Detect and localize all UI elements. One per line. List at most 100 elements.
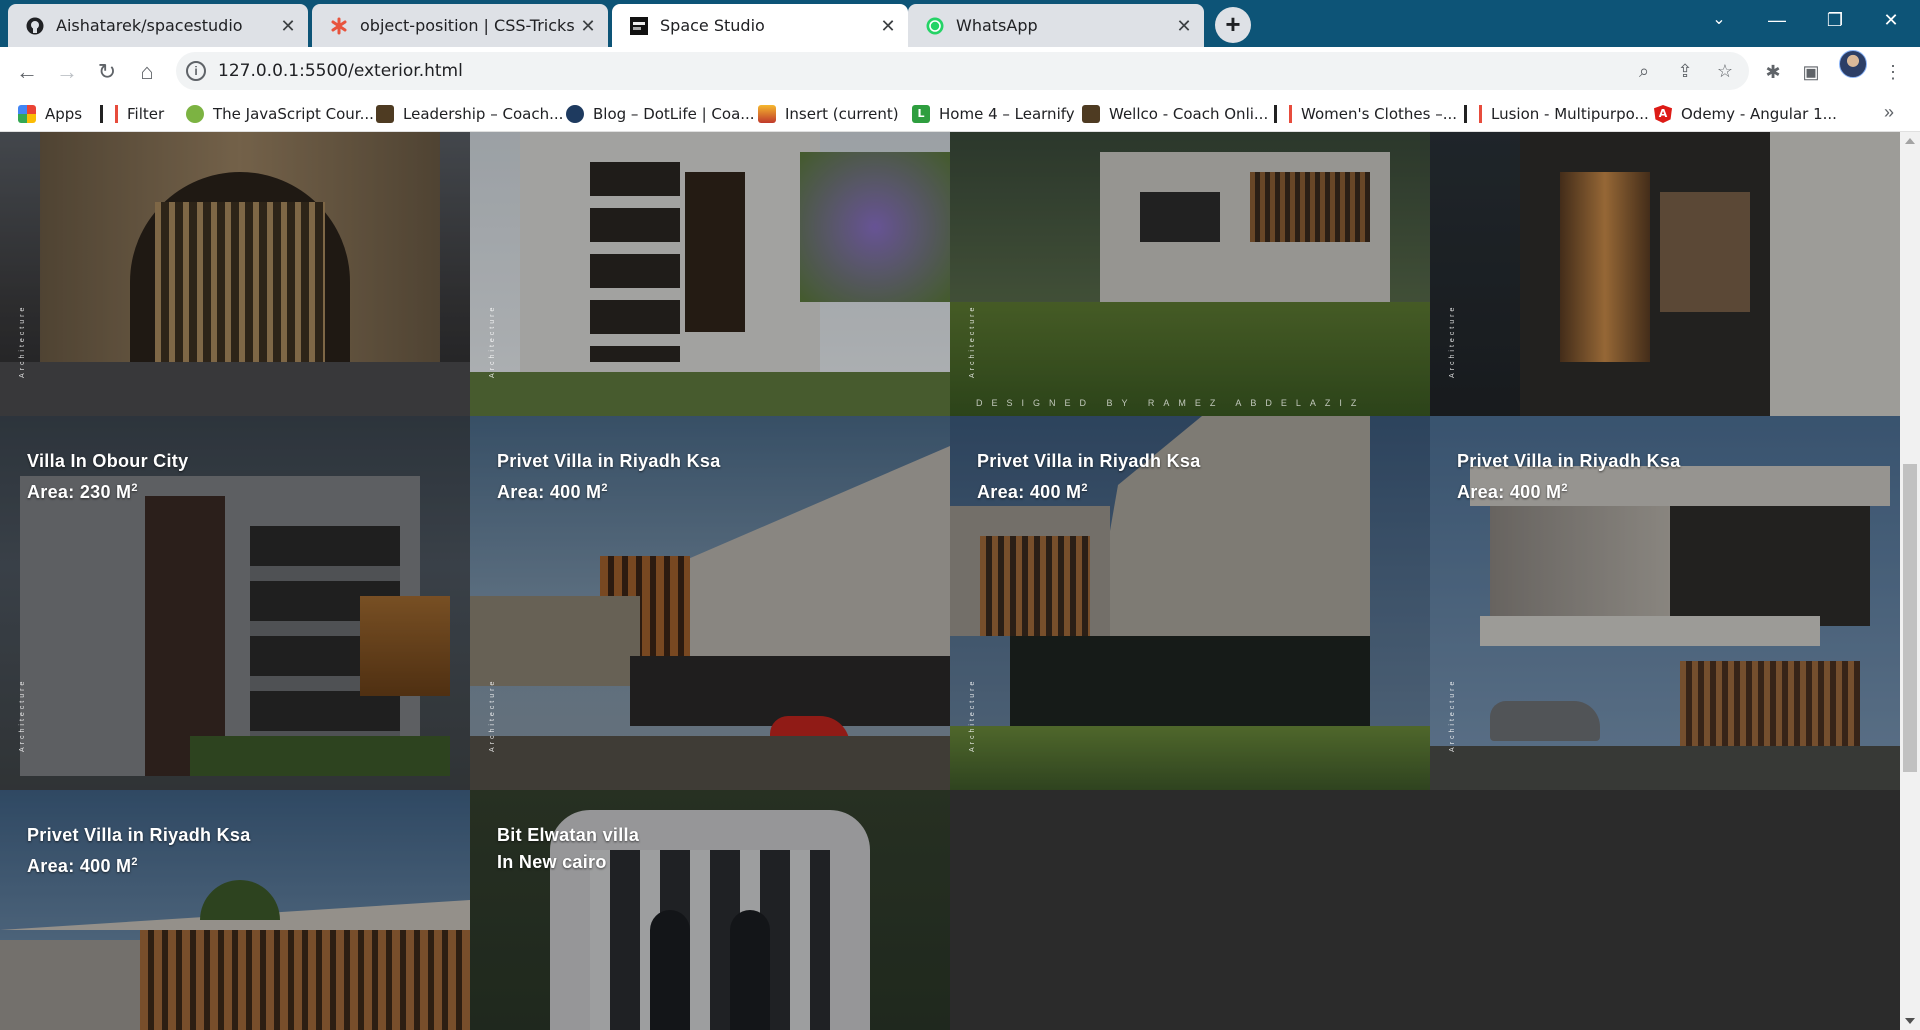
bookmark-label: Apps [45,105,83,123]
bookmark-label: Insert (current) [785,105,899,123]
scroll-up-icon[interactable] [1905,138,1915,144]
bookmark-icon [1274,105,1292,123]
tile-area: Area: 400 M2 [497,482,608,502]
tab-whatsapp[interactable]: WhatsApp ✕ [908,4,1204,47]
scroll-down-icon[interactable] [1905,1018,1915,1024]
close-tab-icon[interactable]: ✕ [1174,16,1194,36]
bookmark-womens-clothes[interactable]: Women's Clothes –... [1274,103,1457,125]
bookmark-apps[interactable]: Apps [18,103,82,125]
tile-vertical-label: Architecture [969,678,976,752]
tab-title: Space Studio [660,16,765,35]
close-tab-icon[interactable]: ✕ [278,16,298,36]
back-icon[interactable]: ← [10,55,44,89]
bookmark-icon [376,105,394,123]
bookmark-label: Home 4 – Learnify [939,105,1075,123]
gallery-tile[interactable]: Privet Villa in Riyadh Ksa Area: 400 M2 … [1430,416,1900,790]
space-studio-icon [630,16,648,35]
tab-search-icon[interactable]: ⌄ [1690,0,1748,40]
bookmark-star-icon[interactable]: ☆ [1713,59,1737,83]
tile-title: Privet Villa in Riyadh Ksa [497,451,721,471]
address-bar[interactable]: i 127.0.0.1:5500/exterior.html ⌕ ⇪ ☆ [176,52,1749,90]
tab-css-tricks[interactable]: object-position | CSS-Tricks - CSS ✕ [312,4,608,47]
bookmark-icon: L [912,105,930,123]
browser-tabstrip: Aishatarek/spacestudio ✕ object-position… [0,0,1920,47]
gallery-tile[interactable]: Architecture [470,132,950,416]
gallery-tile[interactable]: Privet Villa in Riyadh Ksa Area: 400 M2 [0,790,470,1030]
restore-icon[interactable]: ❐ [1806,0,1864,40]
bookmark-label: Women's Clothes –... [1301,105,1458,123]
bookmark-wellco[interactable]: Wellco - Coach Onli... [1082,103,1268,125]
new-tab-button[interactable]: + [1215,7,1251,43]
gallery-tile[interactable]: Bit Elwatan villa In New cairo [470,790,950,1030]
tile-area: Area: 230 M2 [27,482,138,502]
gallery-tile[interactable]: Architecture [1430,132,1900,416]
gallery-tile[interactable]: Villa In Obour City Area: 230 M2 Archite… [0,416,470,790]
tab-space-studio[interactable]: Space Studio ✕ [612,4,908,47]
bookmark-dotlife[interactable]: Blog – DotLife | Coa... [566,103,755,125]
reload-icon[interactable]: ↻ [90,55,124,89]
tile-title: Privet Villa in Riyadh Ksa [27,825,251,845]
extensions-icon[interactable]: ✱ [1760,59,1786,85]
tile-area: In New cairo [497,852,607,872]
home-icon[interactable]: ⌂ [130,55,164,89]
scrollbar-thumb[interactable] [1903,464,1917,772]
share-icon[interactable]: ⇪ [1673,59,1697,83]
gallery-tile[interactable]: Privet Villa in Riyadh Ksa Area: 400 M2 … [950,416,1430,790]
gallery-tile[interactable]: Architecture DESIGNED BY RAMEZ ABDELAZIZ [950,132,1430,416]
angular-icon: A [1654,105,1672,123]
tile-title: Bit Elwatan villa [497,825,640,845]
bookmark-icon [186,105,204,123]
page-viewport: Architecture Architecture Architecture D… [0,132,1900,1030]
bookmark-icon [566,105,584,123]
menu-icon[interactable]: ⋮ [1880,59,1906,85]
bookmark-label: Odemy - Angular 1... [1681,105,1837,123]
bookmarks-bar: Apps Filter The JavaScript Cour... Leade… [0,96,1920,132]
address-url[interactable]: 127.0.0.1:5500/exterior.html [218,61,463,81]
tile-caption: Villa In Obour City Area: 230 M2 [27,448,188,506]
bookmark-icon [1464,105,1482,123]
tile-caption: Privet Villa in Riyadh Ksa Area: 400 M2 [1457,448,1681,506]
browser-toolbar: ← → ↻ ⌂ i 127.0.0.1:5500/exterior.html ⌕… [0,47,1920,96]
close-tab-icon[interactable]: ✕ [878,16,898,36]
bookmark-filter[interactable]: Filter [100,103,164,125]
tile-vertical-label: Architecture [489,678,496,752]
tab-title: object-position | CSS-Tricks - CSS [360,16,578,35]
bookmark-label: Wellco - Coach Onli... [1109,105,1269,123]
gallery-tile[interactable]: Privet Villa in Riyadh Ksa Area: 400 M2 … [470,416,950,790]
bookmark-lusion[interactable]: Lusion - Multipurpo... [1464,103,1649,125]
apps-grid-icon [18,105,36,123]
bookmark-leadership[interactable]: Leadership – Coach... [376,103,563,125]
bookmark-icon [758,105,776,123]
tile-area: Area: 400 M2 [977,482,1088,502]
page-scrollbar[interactable] [1900,132,1920,1030]
site-info-icon[interactable]: i [186,61,206,81]
minimize-icon[interactable]: — [1748,0,1806,40]
tile-vertical-label: Architecture [489,304,496,378]
github-icon [26,17,44,35]
tile-caption: Bit Elwatan villa In New cairo [497,822,639,876]
zoom-icon[interactable]: ⌕ [1632,59,1656,83]
more-bookmarks-icon[interactable]: » [1884,102,1894,123]
bookmark-icon [1082,105,1100,123]
bookmark-icon [100,105,118,123]
bookmark-learnify[interactable]: L Home 4 – Learnify [912,103,1075,125]
css-tricks-icon [330,17,348,35]
bookmark-label: The JavaScript Cour... [213,105,374,123]
gallery-tile[interactable]: Architecture [0,132,470,416]
bookmark-odemy[interactable]: A Odemy - Angular 1... [1654,103,1837,125]
close-tab-icon[interactable]: ✕ [578,16,598,36]
tile-vertical-label: Architecture [969,304,976,378]
side-panel-icon[interactable]: ▣ [1798,59,1824,85]
tile-vertical-label: Architecture [19,304,26,378]
bookmark-javascript[interactable]: The JavaScript Cour... [186,103,374,125]
profile-avatar[interactable] [1839,50,1867,78]
bookmark-label: Filter [127,105,165,123]
tab-github[interactable]: Aishatarek/spacestudio ✕ [8,4,308,47]
whatsapp-icon [926,17,944,35]
tile-vertical-label: Architecture [19,678,26,752]
close-window-icon[interactable]: ✕ [1862,0,1920,40]
tile-signature: DESIGNED BY RAMEZ ABDELAZIZ [976,398,1366,408]
bookmark-insert[interactable]: Insert (current) [758,103,899,125]
forward-icon[interactable]: → [50,55,84,89]
tab-title: Aishatarek/spacestudio [56,16,243,35]
